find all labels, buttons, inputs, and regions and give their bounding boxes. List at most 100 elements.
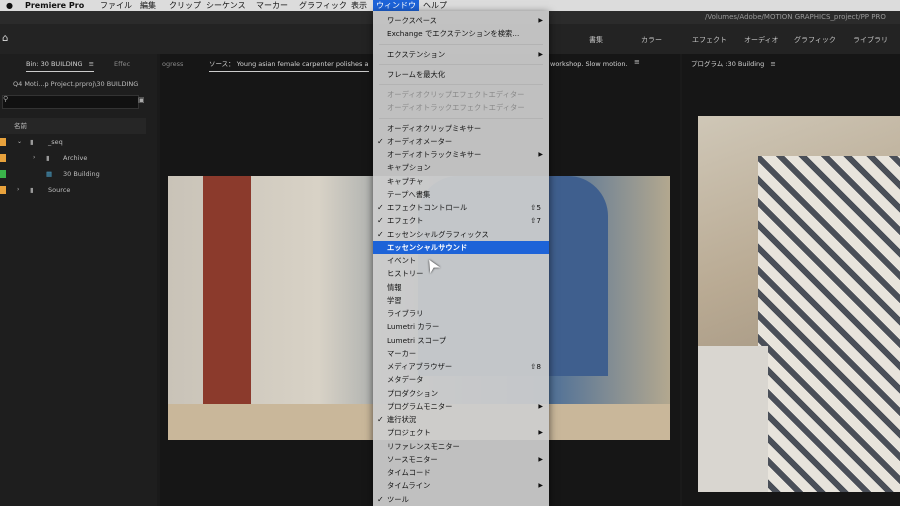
home-icon[interactable]: ⌂ xyxy=(2,33,8,44)
menu-item[interactable]: ✓ 進行状況 xyxy=(373,413,549,426)
menu-item[interactable]: プロジェクト ▶ xyxy=(373,426,549,439)
menu-item[interactable]: ヒストリー xyxy=(373,267,549,280)
submenu-arrow-icon: ▶ xyxy=(538,151,543,158)
menu-item[interactable]: ✓ オーディオメーター xyxy=(373,135,549,148)
menu-item[interactable]: ✓ エッセンシャルグラフィックス xyxy=(373,228,549,241)
video-laptop xyxy=(698,346,768,492)
menu-item[interactable]: タイムコード xyxy=(373,466,549,479)
menu-app[interactable]: Premiere Pro xyxy=(25,0,84,11)
chevron-down-icon[interactable]: ⌄ xyxy=(17,134,22,150)
menu-file[interactable]: ファイル xyxy=(100,0,132,11)
menu-item[interactable]: メディアブラウザー ⇧8 xyxy=(373,360,549,373)
tab-bin[interactable]: Bin: 30 BUILDING ≡ xyxy=(26,57,95,72)
menu-item[interactable]: リファレンスモニター xyxy=(373,440,549,453)
list-item[interactable]: ▦ 30 Building xyxy=(0,166,146,182)
menu-window[interactable]: ウィンドウ xyxy=(373,0,419,11)
tab-program-label[interactable]: プログラム :30 Building xyxy=(691,60,764,68)
menu-item[interactable]: ✓ ツール xyxy=(373,493,549,506)
search-icon: ⚲ xyxy=(3,95,9,103)
menu-item[interactable]: エクステンション ▶ xyxy=(373,48,549,61)
menu-graphics[interactable]: グラフィック xyxy=(299,0,347,11)
project-path: /Volumes/Adobe/MOTION GRAPHICS_project/P… xyxy=(705,13,886,21)
menu-item[interactable]: プログラムモニター ▶ xyxy=(373,400,549,413)
menu-item[interactable]: キャプチャ xyxy=(373,175,549,188)
tab-progress[interactable]: ogress xyxy=(162,57,183,71)
search-input[interactable]: ⚲ xyxy=(2,95,139,109)
menu-item-label: ヒストリー xyxy=(387,269,424,279)
menu-item[interactable]: ✓ エフェクト ⇧7 xyxy=(373,214,549,227)
menu-item[interactable]: Lumetri スコープ xyxy=(373,334,549,347)
menu-item-label: タイムコード xyxy=(387,468,431,477)
menu-item[interactable]: Lumetri カラー xyxy=(373,320,549,333)
menu-sequence[interactable]: シーケンス xyxy=(206,0,246,11)
menu-view[interactable]: 表示 xyxy=(351,0,367,11)
tab-source[interactable]: ソース： Young asian female carpenter polish… xyxy=(209,57,369,72)
mac-menubar: ● Premiere Pro ファイル 編集 クリップ シーケンス マーカー グ… xyxy=(0,0,900,11)
apple-icon[interactable]: ● xyxy=(6,0,13,11)
menu-item-label: ツール xyxy=(387,494,409,504)
submenu-arrow-icon: ▶ xyxy=(538,429,543,437)
menu-item-label: キャプチャ xyxy=(387,176,424,186)
label-color-swatch xyxy=(0,154,6,162)
chevron-right-icon[interactable]: › xyxy=(33,150,35,166)
submenu-arrow-icon: ▶ xyxy=(538,17,543,24)
menu-item-shortcut: ⇧8 xyxy=(530,362,541,371)
tab-menu-icon[interactable]: ≡ xyxy=(89,60,94,68)
menu-separator xyxy=(379,84,543,85)
tab-effects[interactable]: Effec xyxy=(114,57,130,71)
menu-item[interactable]: プロダクション xyxy=(373,387,549,400)
workspace-tab-effects[interactable]: エフェクト xyxy=(692,35,727,45)
list-item-label: _seq xyxy=(48,138,63,146)
menu-item[interactable]: ✓ エフェクトコントロール ⇧5 xyxy=(373,201,549,214)
menu-item-shortcut: ⇧7 xyxy=(530,216,541,226)
menu-item[interactable]: タイムライン ▶ xyxy=(373,479,549,492)
menu-help[interactable]: ヘルプ xyxy=(423,0,447,11)
menu-item[interactable]: オーディオトラックミキサー ▶ xyxy=(373,148,549,161)
checkmark-icon: ✓ xyxy=(377,136,384,146)
workspace-tab-libraries[interactable]: ライブラリ xyxy=(853,35,888,45)
menu-item[interactable]: ワークスペース ▶ xyxy=(373,14,549,27)
menu-item-label: Lumetri スコープ xyxy=(387,335,447,345)
menu-item[interactable]: 情報 xyxy=(373,281,549,294)
panel-menu-icon[interactable]: ≡ xyxy=(770,60,775,68)
menu-item-label: ライブラリ xyxy=(387,309,424,318)
menu-item[interactable]: 学習 xyxy=(373,294,549,307)
menu-item[interactable]: マーカー xyxy=(373,347,549,360)
menu-item-label: キャプション xyxy=(387,163,431,173)
list-item-label: Archive xyxy=(63,154,88,162)
program-monitor: プログラム :30 Building ≡ xyxy=(682,54,900,506)
menu-item[interactable]: Exchange でエクステンションを検索... xyxy=(373,27,549,40)
workspace-tab-color[interactable]: カラー xyxy=(641,35,662,45)
chevron-right-icon[interactable]: › xyxy=(17,182,19,198)
menu-item[interactable]: メタデータ xyxy=(373,373,549,386)
submenu-arrow-icon: ▶ xyxy=(538,455,543,463)
menu-item-label: メタデータ xyxy=(387,375,424,385)
menu-item[interactable]: オーディオクリップミキサー xyxy=(373,122,549,135)
menu-item-label: リファレンスモニター xyxy=(387,441,460,451)
workspace-tab-editing[interactable]: 書集 xyxy=(589,35,603,45)
menu-item[interactable]: ライブラリ xyxy=(373,307,549,320)
menu-item[interactable]: イベント xyxy=(373,254,549,267)
menu-item[interactable]: エッセンシャルサウンド xyxy=(373,240,549,254)
workspace-tab-graphics[interactable]: グラフィック xyxy=(794,35,836,45)
workspace-tab-audio[interactable]: オーディオ xyxy=(744,35,779,45)
menu-item-label: エッセンシャルグラフィックス xyxy=(387,229,489,239)
list-item[interactable]: › ▮ Archive xyxy=(0,150,146,166)
panel-menu-icon[interactable]: ≡ xyxy=(634,58,640,66)
folder-icon: ▮ xyxy=(30,138,34,146)
menu-clip[interactable]: クリップ xyxy=(169,0,201,11)
menu-edit[interactable]: 編集 xyxy=(140,0,156,11)
menu-marker[interactable]: マーカー xyxy=(256,0,288,11)
menu-item[interactable]: テープへ書集 xyxy=(373,188,549,201)
menu-item[interactable]: ソースモニター ▶ xyxy=(373,453,549,466)
folder-icon: ▮ xyxy=(46,154,50,162)
new-bin-icon[interactable]: ▣ xyxy=(138,96,145,104)
folder-icon: ▮ xyxy=(30,186,34,194)
menu-item[interactable]: フレームを最大化 xyxy=(373,68,549,81)
menu-separator xyxy=(379,117,543,119)
menu-item-label: エッセンシャルサウンド xyxy=(387,242,468,252)
menu-item[interactable]: キャプション xyxy=(373,161,549,174)
list-item-label: Source xyxy=(48,186,71,194)
list-item[interactable]: › ▮ Source xyxy=(0,182,146,198)
list-item[interactable]: ⌄ ▮ _seq xyxy=(0,134,146,150)
